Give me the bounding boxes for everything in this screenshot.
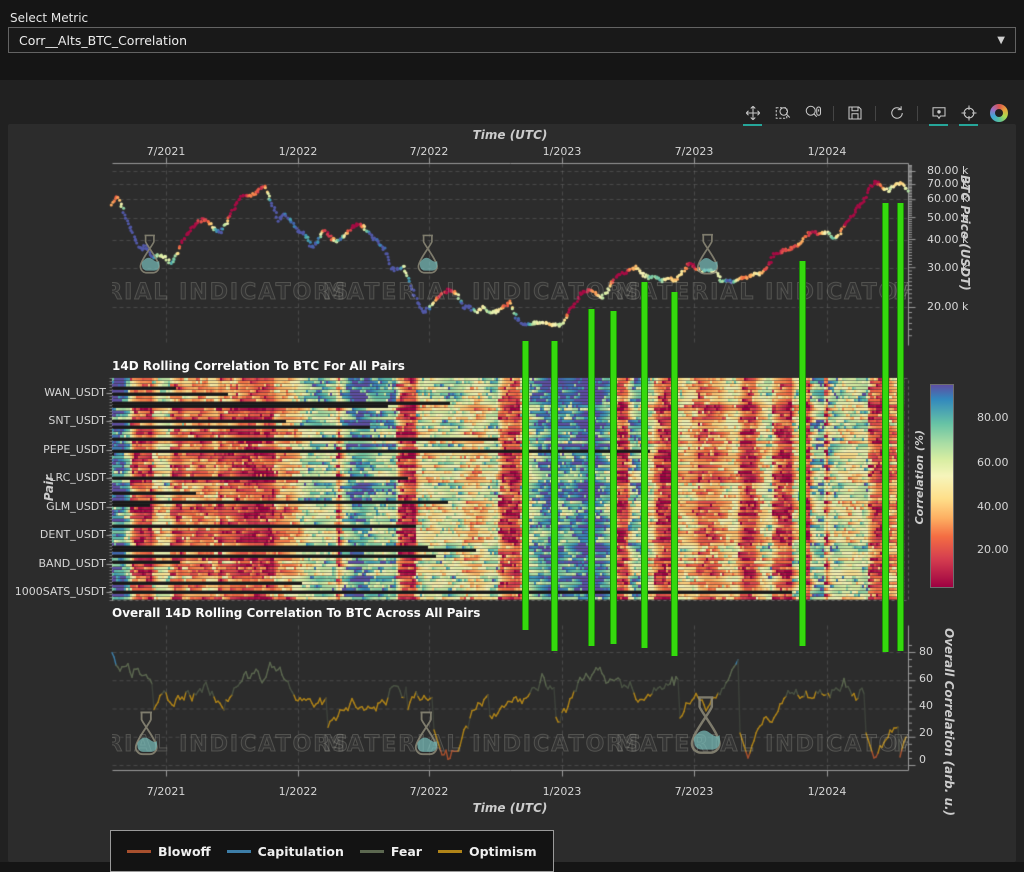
signal-line [882, 203, 889, 652]
flask-watermark-icon [686, 226, 729, 278]
box-zoom-tool-icon[interactable] [773, 102, 792, 124]
x-tick-label-bottom: 1/2023 [537, 785, 587, 798]
overall-y-tick-label: 40 [919, 699, 933, 712]
bokeh-toolbar [743, 101, 1008, 125]
watermark-text: MATERIAL INDICATORS [323, 732, 643, 757]
x-tick-label-bottom: 7/2023 [669, 785, 719, 798]
save-tool-icon[interactable] [845, 102, 864, 124]
heatmap-row-label: BAND_USDT [0, 557, 106, 570]
legend-label: Blowoff [158, 844, 211, 859]
legend-swatch [438, 850, 462, 853]
toolbar-separator [833, 106, 834, 121]
watermark-text: MATERIAL INDICATORS [112, 280, 350, 305]
legend-swatch [127, 850, 151, 853]
dashboard-root: { "app": {"background": "#151515", "pane… [0, 0, 1024, 862]
heatmap-row-label: SNT_USDT [0, 414, 106, 427]
x-axis-title-top: Time (UTC) [460, 128, 560, 142]
signal-line [897, 203, 904, 651]
x-tick-label: 1/2022 [273, 145, 323, 158]
toolbar-separator [917, 106, 918, 121]
signal-line [551, 341, 558, 651]
colorbar-title: Correlation (%) [913, 430, 926, 524]
flask-watermark-icon [403, 703, 449, 759]
toolbar-separator [875, 106, 876, 121]
signal-line [671, 292, 678, 656]
crosshair-tool-icon[interactable] [959, 102, 978, 124]
legend: Blowoff Capitulation Fear Optimism [110, 830, 554, 872]
heatmap-row-label: PEPE_USDT [0, 443, 106, 456]
x-tick-label: 7/2023 [669, 145, 719, 158]
flask-watermark-icon [407, 227, 449, 277]
x-tick-label-bottom: 7/2021 [141, 785, 191, 798]
heatmap-row-label: 1000SATS_USDT [0, 585, 106, 598]
flask-watermark-icon [675, 685, 736, 759]
legend-item-fear: Fear [360, 844, 422, 859]
legend-label: Optimism [469, 844, 537, 859]
x-tick-label-bottom: 1/2022 [273, 785, 323, 798]
legend-label: Fear [391, 844, 422, 859]
legend-item-capitulation: Capitulation [227, 844, 344, 859]
colorbar-tick-label: 80.00 [977, 411, 1009, 424]
heatmap-y-axis-title: Pair [42, 475, 56, 501]
overall-title: Overall 14D Rolling Correlation To BTC A… [112, 606, 480, 620]
legend-item-optimism: Optimism [438, 844, 537, 859]
signal-line [799, 261, 806, 646]
overall-y-axis-title: Overall Correlation (arb. u.) [942, 628, 956, 816]
overall-y-tick-label: 60 [919, 672, 933, 685]
watermark-layer-top: MATERIAL INDICATORSMATERIAL INDICATORSMA… [112, 163, 908, 345]
watermark-text: MATERIAL INDICATORS [323, 280, 643, 305]
flask-watermark-icon [129, 227, 171, 277]
signal-line [641, 282, 648, 648]
flask-watermark-icon [123, 703, 169, 759]
wheel-zoom-tool-icon[interactable] [803, 102, 822, 124]
legend-swatch [227, 850, 251, 853]
x-tick-label: 1/2023 [537, 145, 587, 158]
x-tick-label-bottom: 1/2024 [802, 785, 852, 798]
heatmap-row-label: WAN_USDT [0, 386, 106, 399]
heatmap-title: 14D Rolling Correlation To BTC For All P… [112, 359, 405, 373]
signal-line [522, 341, 529, 630]
colorbar-tick-label: 60.00 [977, 456, 1009, 469]
watermark-layer-bottom: MATERIAL INDICATORSMATERIAL INDICATORSMA… [112, 625, 908, 770]
x-tick-label: 7/2022 [404, 145, 454, 158]
x-tick-label: 7/2021 [141, 145, 191, 158]
heatmap-row-label: DENT_USDT [0, 528, 106, 541]
overall-y-tick-label: 0 [919, 753, 926, 766]
x-tick-label-bottom: 7/2022 [404, 785, 454, 798]
x-axis-title-bottom: Time (UTC) [460, 801, 560, 815]
legend-label: Capitulation [258, 844, 344, 859]
legend-swatch [360, 850, 384, 853]
signal-line [588, 309, 595, 646]
bokeh-logo-icon[interactable] [989, 102, 1008, 124]
watermark-text: MATERIAL INDICATORS [616, 732, 908, 757]
watermark-text: MATERIAL INDICATORS [893, 732, 908, 757]
signal-line [610, 311, 617, 644]
heatmap-row-label: GLM_USDT [0, 500, 106, 513]
hover-tool-icon[interactable] [929, 102, 948, 124]
legend-item-blowoff: Blowoff [127, 844, 211, 859]
price-y-axis-title: BTC Price (USDT) [958, 175, 972, 315]
watermark-text: MATERIAL INDICATORS [616, 280, 908, 305]
colorbar-tick-label: 40.00 [977, 500, 1009, 513]
overall-y-tick-label: 80 [919, 645, 933, 658]
pan-tool-icon[interactable] [743, 102, 762, 124]
correlation-colorbar [930, 384, 954, 588]
overall-y-tick-label: 20 [919, 726, 933, 739]
x-tick-label: 1/2024 [802, 145, 852, 158]
reset-tool-icon[interactable] [887, 102, 906, 124]
colorbar-tick-label: 20.00 [977, 543, 1009, 556]
